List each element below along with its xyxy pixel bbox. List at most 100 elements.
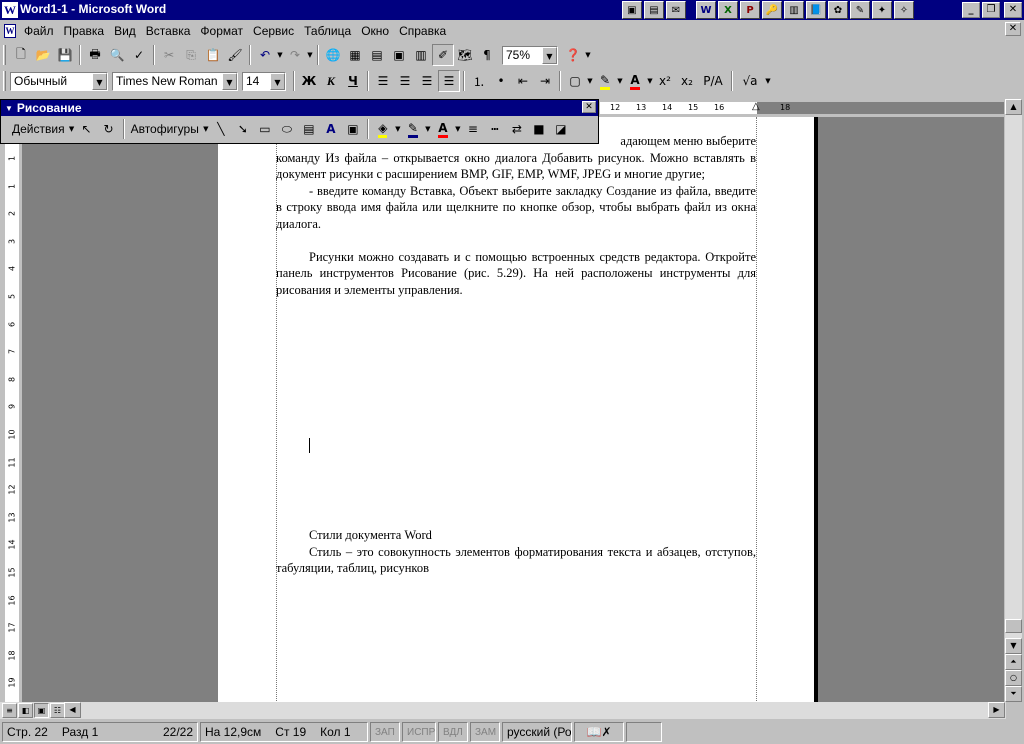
menu-tools[interactable]: Сервис <box>248 22 299 40</box>
next-page-icon[interactable]: ⏷ <box>1005 686 1022 702</box>
paragraph[interactable]: Стиль – это совокупность элементов форма… <box>276 544 756 577</box>
free-rotate-icon[interactable]: ↻ <box>98 118 120 140</box>
status-rec[interactable]: ЗАП <box>370 722 400 742</box>
document-map-icon[interactable]: 🗺 <box>454 44 476 66</box>
document-close-button[interactable]: ✕ <box>1005 22 1021 36</box>
right-indent-marker-icon[interactable]: △ <box>752 101 760 112</box>
chevron-down-icon[interactable]: ▼ <box>394 125 402 133</box>
undo-dropdown-icon[interactable]: ▼ <box>276 51 284 59</box>
zoom-combo[interactable]: 75% ▼ <box>502 45 558 65</box>
shortcut-icon[interactable]: ✦ <box>872 1 892 19</box>
menu-edit[interactable]: Правка <box>59 22 110 40</box>
menu-table[interactable]: Таблица <box>299 22 356 40</box>
menu-view[interactable]: Вид <box>109 22 141 40</box>
font-color-dropdown-icon[interactable]: ▼ <box>646 77 654 85</box>
oval-icon[interactable]: ⬭ <box>276 118 298 140</box>
hyperlink-icon[interactable]: 🌐 <box>322 44 344 66</box>
more-buttons-icon[interactable]: ▼ <box>584 51 592 59</box>
shortcut-icon[interactable]: ▣ <box>622 1 642 19</box>
chevron-down-icon[interactable]: ▼ <box>92 72 107 90</box>
menu-insert[interactable]: Вставка <box>141 22 196 40</box>
print-icon[interactable]: 🖶 <box>84 44 106 66</box>
shortcut-icon[interactable]: ✧ <box>894 1 914 19</box>
normal-view-icon[interactable]: ≡ <box>2 703 17 718</box>
shortcut-icon[interactable]: ✎ <box>850 1 870 19</box>
chevron-down-icon[interactable]: ▼ <box>202 125 210 133</box>
show-hide-icon[interactable]: ¶ <box>476 44 498 66</box>
menu-help[interactable]: Справка <box>394 22 451 40</box>
format-painter-icon[interactable]: 🖌 <box>224 44 246 66</box>
binder-shortcut-icon[interactable]: ▥ <box>784 1 804 19</box>
spelling-icon[interactable]: ✓ <box>128 44 150 66</box>
minimize-button[interactable]: _ <box>962 2 980 18</box>
bold-button[interactable]: Ж <box>298 70 320 92</box>
pa-button[interactable]: P/A <box>698 70 728 92</box>
paragraph[interactable]: команду Из файла – открывается окно диал… <box>276 150 756 183</box>
borders-dropdown-icon[interactable]: ▼ <box>586 77 594 85</box>
status-ext[interactable]: ВДЛ <box>438 722 468 742</box>
highlight-dropdown-icon[interactable]: ▼ <box>616 77 624 85</box>
line-icon[interactable]: ╲ <box>210 118 232 140</box>
bullets-icon[interactable]: • <box>490 70 512 92</box>
more-buttons-icon[interactable]: ▼ <box>764 77 772 85</box>
equation-icon[interactable]: √a <box>736 70 764 92</box>
outline-view-icon[interactable]: ☷ <box>50 703 65 718</box>
word-app-icon[interactable]: W <box>2 2 18 18</box>
3d-icon[interactable]: ◪ <box>550 118 572 140</box>
actions-menu[interactable]: Действия <box>9 122 68 136</box>
access-shortcut-icon[interactable]: 🔑 <box>762 1 782 19</box>
shortcut-icon[interactable]: ▤ <box>644 1 664 19</box>
align-left-icon[interactable]: ☰ <box>372 70 394 92</box>
fill-color-icon[interactable]: ◈ <box>372 118 394 140</box>
redo-dropdown-icon[interactable]: ▼ <box>306 51 314 59</box>
chevron-down-icon[interactable]: ▼ <box>454 125 462 133</box>
horizontal-scrollbar[interactable]: ≡ ◧ ▣ ☷ ◀ ▶ <box>0 702 1006 719</box>
wordart-icon[interactable]: A <box>320 118 342 140</box>
dash-style-icon[interactable]: ┅ <box>484 118 506 140</box>
undo-icon[interactable]: ↶ <box>254 44 276 66</box>
text-box-icon[interactable]: ▤ <box>298 118 320 140</box>
save-icon[interactable]: 💾 <box>54 44 76 66</box>
drawing-toolbar-caption[interactable]: ▼ Рисование ✕ <box>1 100 598 116</box>
menu-format[interactable]: Формат <box>195 22 248 40</box>
copy-icon[interactable]: ⎘ <box>180 44 202 66</box>
status-ovr[interactable]: ЗАМ <box>470 722 500 742</box>
font-color-icon[interactable]: A <box>624 70 646 92</box>
numbering-icon[interactable]: ⒈ <box>468 70 490 92</box>
close-button[interactable]: ✕ <box>1004 2 1022 18</box>
close-icon[interactable]: ✕ <box>582 101 596 113</box>
heading[interactable]: Стили документа Word <box>276 527 756 544</box>
vertical-scrollbar[interactable]: ▲ ▼ ⏶ ○ ⏷ <box>1005 99 1022 702</box>
open-folder-icon[interactable]: 📂 <box>32 44 54 66</box>
shadow-icon[interactable]: ■ <box>528 118 550 140</box>
decrease-indent-icon[interactable]: ⇤ <box>512 70 534 92</box>
insert-table-icon[interactable]: ▤ <box>366 44 388 66</box>
previous-page-icon[interactable]: ⏶ <box>1005 654 1022 670</box>
arrow-style-icon[interactable]: ⇄ <box>506 118 528 140</box>
style-combo[interactable]: Обычный ▼ <box>10 71 108 91</box>
document-area[interactable]: адающем меню выберите команду Из файла –… <box>22 117 1004 702</box>
line-style-icon[interactable]: ≡ <box>462 118 484 140</box>
paragraph[interactable]: - введите команду Вставка, Объект выбери… <box>276 183 756 233</box>
arrow-icon[interactable]: ➘ <box>232 118 254 140</box>
status-trk[interactable]: ИСПР <box>402 722 436 742</box>
underline-button[interactable]: Ч <box>342 70 364 92</box>
scroll-up-icon[interactable]: ▲ <box>1005 99 1022 115</box>
book-shortcut-icon[interactable]: 📘 <box>806 1 826 19</box>
select-browse-object-icon[interactable]: ○ <box>1005 670 1022 686</box>
chevron-down-icon[interactable]: ▼ <box>5 104 13 113</box>
drawing-icon[interactable]: ✐ <box>432 44 454 66</box>
chevron-down-icon[interactable]: ▼ <box>270 72 285 90</box>
word-shortcut-icon[interactable]: W <box>696 1 716 19</box>
page[interactable]: адающем меню выберите команду Из файла –… <box>218 117 814 702</box>
redo-icon[interactable]: ↷ <box>284 44 306 66</box>
chevron-down-icon[interactable]: ▼ <box>68 125 76 133</box>
align-right-icon[interactable]: ☰ <box>416 70 438 92</box>
increase-indent-icon[interactable]: ⇥ <box>534 70 556 92</box>
line-color-icon[interactable]: ✎ <box>402 118 424 140</box>
font-combo[interactable]: Times New Roman ▼ <box>112 71 238 91</box>
excel-shortcut-icon[interactable]: X <box>718 1 738 19</box>
new-document-icon[interactable]: 🗋 <box>10 44 32 66</box>
paste-icon[interactable]: 📋 <box>202 44 224 66</box>
insert-excel-icon[interactable]: ▣ <box>388 44 410 66</box>
